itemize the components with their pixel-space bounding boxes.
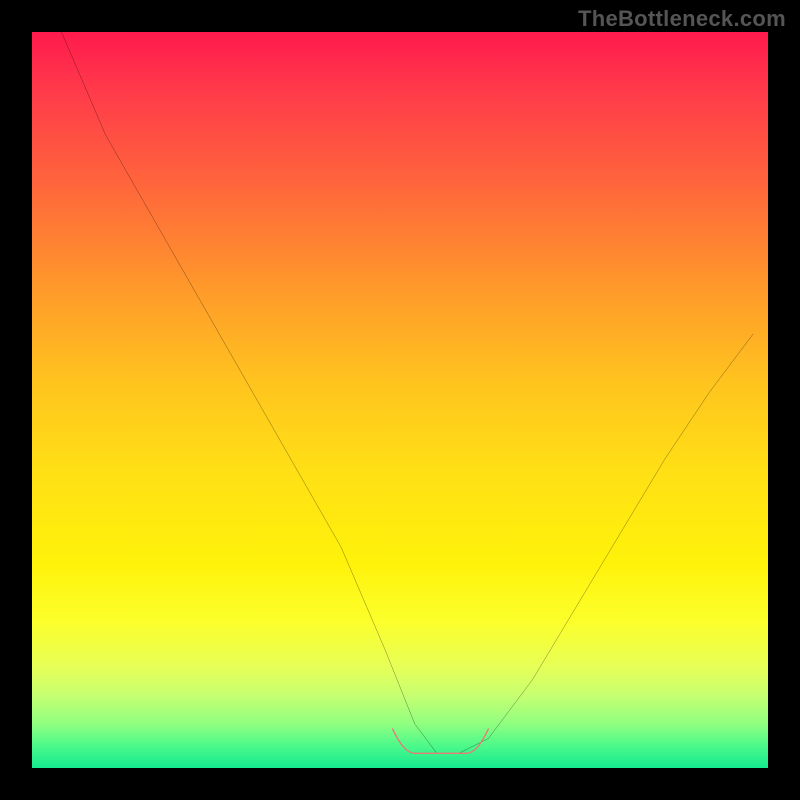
optimal-range-marker: [32, 32, 768, 768]
chart-frame: TheBottleneck.com: [0, 0, 800, 800]
plot-area: [32, 32, 768, 768]
watermark-text: TheBottleneck.com: [578, 6, 786, 32]
